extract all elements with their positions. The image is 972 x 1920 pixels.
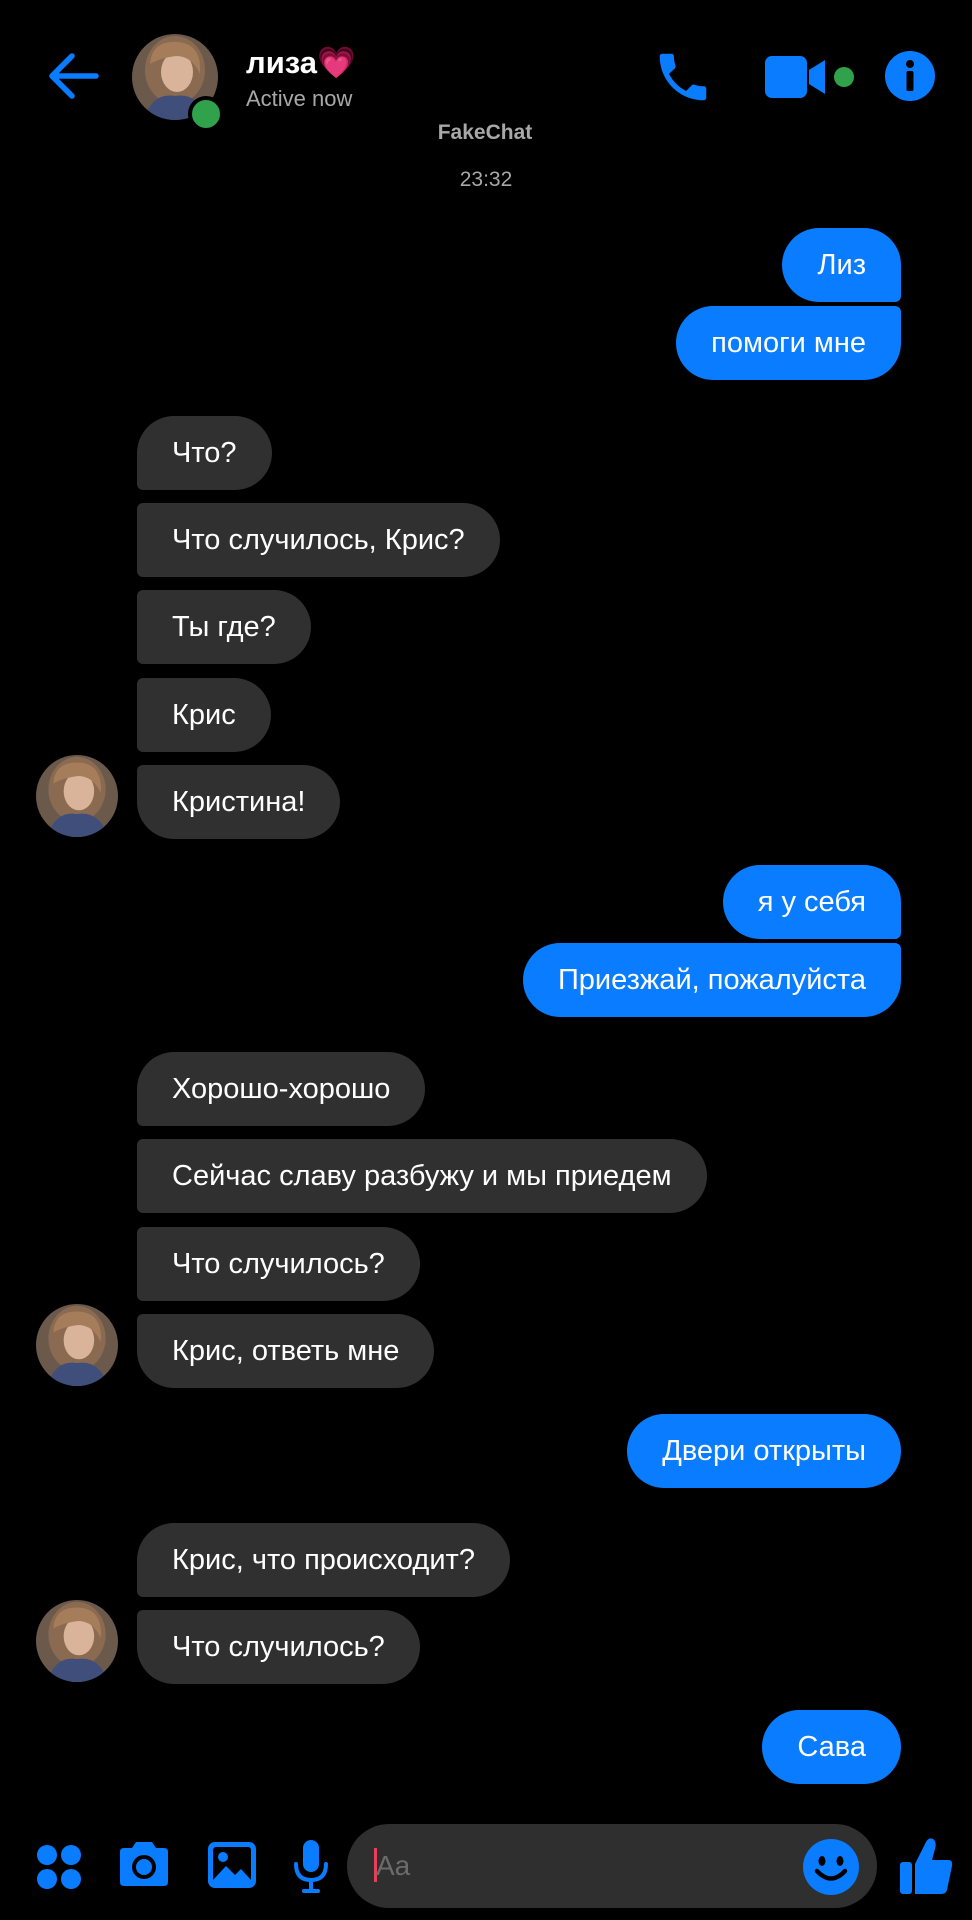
message-incoming[interactable]: Что случилось? [137,1227,420,1301]
message-outgoing[interactable]: Сава [762,1710,901,1784]
message-incoming[interactable]: Что случилось? [137,1610,420,1684]
message-incoming[interactable]: Крис, ответь мне [137,1314,435,1388]
message-outgoing[interactable]: я у себя [722,865,901,939]
message-input[interactable] [347,1824,877,1908]
smiley-icon[interactable] [802,1838,860,1896]
sender-avatar[interactable] [36,1600,118,1682]
image-icon[interactable] [206,1840,258,1890]
message-incoming[interactable]: Крис [137,678,271,752]
message-incoming[interactable]: Сейчас славу разбужу и мы приедем [137,1139,707,1213]
camera-icon[interactable] [116,1838,172,1890]
message-outgoing[interactable]: Лиз [782,228,901,302]
back-arrow-icon[interactable] [46,48,102,104]
message-outgoing[interactable]: Двери открыты [627,1414,901,1488]
sender-avatar[interactable] [36,755,118,837]
microphone-icon[interactable] [292,1838,330,1896]
conversation-timestamp: 23:32 [459,168,513,191]
message-outgoing[interactable]: Приезжай, пожалуйста [522,943,901,1017]
contact-status: Active now [246,86,353,111]
message-incoming[interactable]: Кристина! [137,765,341,839]
message-outgoing[interactable]: помоги мне [676,306,901,380]
message-incoming[interactable]: Ты где? [137,590,311,664]
message-incoming[interactable]: Хорошо-хорошо [137,1052,426,1126]
message-incoming[interactable]: Крис, что происходит? [137,1523,510,1597]
message-input-placeholder: Aa [376,1850,411,1881]
info-icon[interactable] [884,50,936,102]
message-incoming[interactable]: Что? [137,416,272,490]
thumbs-up-icon[interactable] [898,1836,954,1896]
video-camera-icon[interactable] [763,54,829,100]
phone-icon[interactable] [652,46,714,108]
sender-avatar[interactable] [36,1304,118,1386]
message-incoming[interactable]: Что случилось, Крис? [137,503,500,577]
four-dots-icon[interactable] [36,1844,82,1890]
app-name: FakeChat [437,121,533,144]
video-active-dot [834,67,854,87]
contact-name[interactable]: лиза💗 [246,44,356,81]
